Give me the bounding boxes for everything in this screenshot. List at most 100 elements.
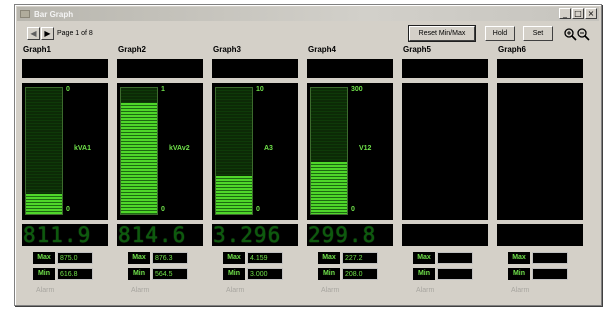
window-controls: _ □ × <box>559 8 597 19</box>
min-label: Min <box>318 268 340 280</box>
digital-value: 811.9 <box>23 224 92 246</box>
graph-area: 300 V12 0 <box>307 83 393 220</box>
graph-panel-4: Graph4 300 V12 0 299.8 Max 227.2 Min 208… <box>304 45 396 297</box>
max-value: 227.2 <box>342 252 378 264</box>
graph-header-box <box>22 59 108 78</box>
min-label: Min <box>223 268 245 280</box>
max-value <box>532 252 568 264</box>
bar-empty <box>26 88 62 194</box>
alarm-label: Alarm <box>131 287 150 294</box>
minimize-button[interactable]: _ <box>559 8 571 19</box>
scale-min-label: 0 <box>161 206 165 213</box>
digital-value: 299.8 <box>308 224 377 246</box>
alarm-label: Alarm <box>36 287 55 294</box>
scale-max-label: 1 <box>161 86 165 93</box>
graph-title: Graph2 <box>118 45 147 54</box>
max-label: Max <box>223 252 245 264</box>
alarm-label: Alarm <box>511 287 530 294</box>
max-value: 875.0 <box>57 252 93 264</box>
bar-fill <box>311 162 347 214</box>
bar-meter <box>215 87 253 215</box>
bar-meter <box>25 87 63 215</box>
set-button[interactable]: Set <box>523 26 553 41</box>
digital-readout <box>497 224 583 246</box>
digital-readout: 299.8 <box>307 224 393 246</box>
max-value: 876.3 <box>152 252 188 264</box>
hold-button[interactable]: Hold <box>485 26 515 41</box>
alarm-label: Alarm <box>226 287 245 294</box>
window-title: Bar Graph <box>34 9 74 19</box>
graph-title: Graph5 <box>403 45 432 54</box>
graph-panel-1: Graph1 0 kVA1 0 811.9 Max 875.0 Min 616.… <box>19 45 111 297</box>
graph-title: Graph3 <box>213 45 242 54</box>
close-button[interactable]: × <box>585 8 597 19</box>
graph-header-box <box>117 59 203 78</box>
digital-value: 814.6 <box>118 224 187 246</box>
min-value <box>532 268 568 280</box>
max-value <box>437 252 473 264</box>
page-indicator: Page 1 of 8 <box>57 30 93 37</box>
alarm-label: Alarm <box>416 287 435 294</box>
bar-empty <box>216 88 252 177</box>
graph-panel-6: Graph6 Max Min Alarm <box>494 45 586 297</box>
bar-empty <box>121 88 157 104</box>
alarm-label: Alarm <box>321 287 340 294</box>
max-label: Max <box>128 252 150 264</box>
graph-area <box>402 83 488 220</box>
graph-header-box <box>307 59 393 78</box>
bar-fill <box>26 193 62 214</box>
max-label: Max <box>413 252 435 264</box>
reset-min-max-button[interactable]: Reset Min/Max <box>408 25 476 42</box>
scale-min-label: 0 <box>256 206 260 213</box>
max-label: Max <box>33 252 55 264</box>
min-value: 3.000 <box>247 268 283 280</box>
bar-empty <box>311 88 347 163</box>
graph-area: 10 A3 0 <box>212 83 298 220</box>
graph-panel-5: Graph5 Max Min Alarm <box>399 45 491 297</box>
graph-header-box <box>497 59 583 78</box>
min-value <box>437 268 473 280</box>
graph-panel-2: Graph2 1 kVAv2 0 814.6 Max 876.3 Min 564… <box>114 45 206 297</box>
graph-area: 1 kVAv2 0 <box>117 83 203 220</box>
graph-title: Graph1 <box>23 45 52 54</box>
app-icon <box>20 10 30 18</box>
zoom-out-icon[interactable] <box>576 27 590 41</box>
min-label: Min <box>128 268 150 280</box>
bar-meter <box>120 87 158 215</box>
scale-min-label: 0 <box>66 206 70 213</box>
min-value: 208.0 <box>342 268 378 280</box>
scale-max-label: 300 <box>351 86 363 93</box>
digital-readout <box>402 224 488 246</box>
max-label: Max <box>318 252 340 264</box>
unit-label: kVAv2 <box>169 145 190 152</box>
max-label: Max <box>508 252 530 264</box>
unit-label: V12 <box>359 145 372 152</box>
digital-value: 3.296 <box>213 224 282 246</box>
unit-label: kVA1 <box>74 145 91 152</box>
scale-max-label: 0 <box>66 86 70 93</box>
unit-label: A3 <box>264 145 273 152</box>
next-page-button[interactable]: ▶ <box>41 27 54 40</box>
title-bar[interactable]: Bar Graph _ □ × <box>17 7 599 21</box>
graph-panel-3: Graph3 10 A3 0 3.296 Max 4.159 Min 3.000… <box>209 45 301 297</box>
bar-graph-window: Bar Graph _ □ × ◀ ▶ Page 1 of 8 Reset Mi… <box>14 4 602 306</box>
digital-readout: 811.9 <box>22 224 108 246</box>
min-label: Min <box>33 268 55 280</box>
graph-header-box <box>402 59 488 78</box>
min-value: 564.5 <box>152 268 188 280</box>
bar-fill <box>216 176 252 214</box>
toolbar: ◀ ▶ Page 1 of 8 Reset Min/Max Hold Set <box>19 24 597 44</box>
min-value: 616.8 <box>57 268 93 280</box>
scale-max-label: 10 <box>256 86 264 93</box>
min-label: Min <box>413 268 435 280</box>
max-value: 4.159 <box>247 252 283 264</box>
graph-header-box <box>212 59 298 78</box>
graph-title: Graph6 <box>498 45 527 54</box>
bar-meter <box>310 87 348 215</box>
zoom-in-icon[interactable] <box>563 27 577 41</box>
graph-title: Graph4 <box>308 45 337 54</box>
maximize-button[interactable]: □ <box>572 8 584 19</box>
previous-page-button[interactable]: ◀ <box>27 27 40 40</box>
graph-area <box>497 83 583 220</box>
scale-min-label: 0 <box>351 206 355 213</box>
